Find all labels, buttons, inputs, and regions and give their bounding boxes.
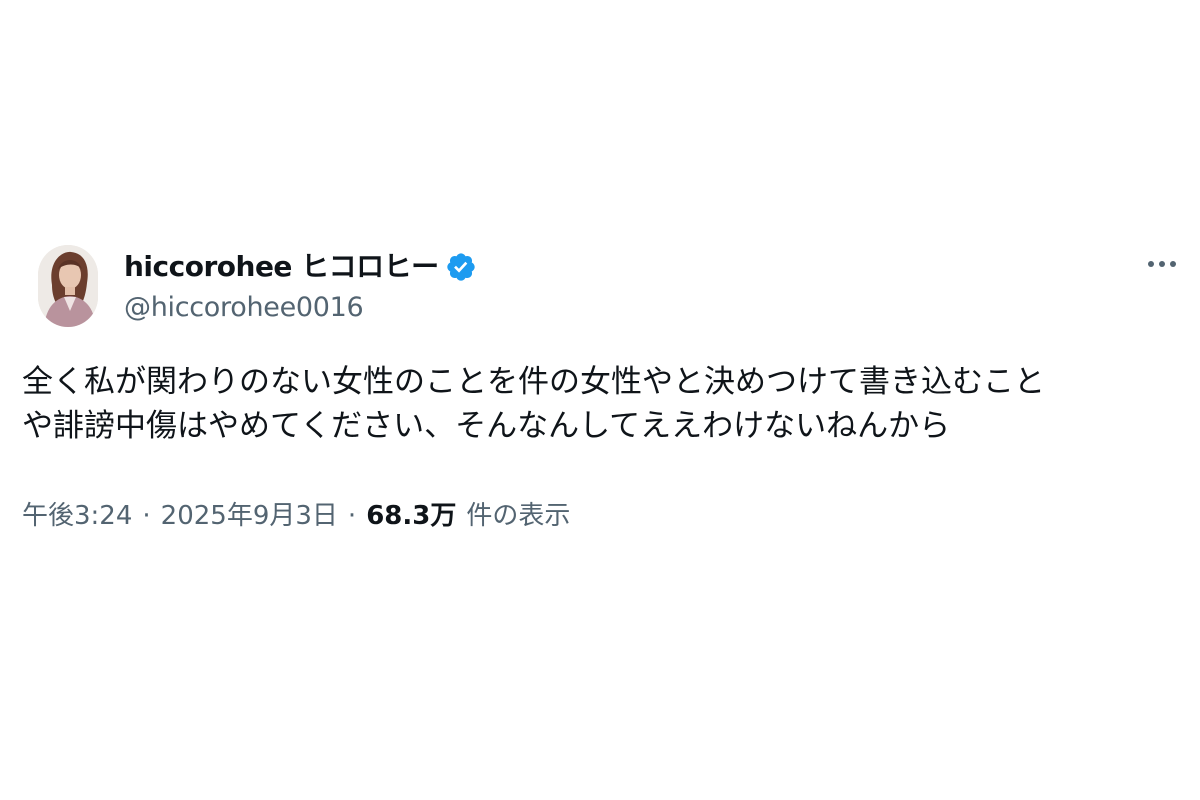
tweet-card: hiccorohee ヒコロヒー @hiccorohee0016 全く私が関わり… — [0, 0, 1200, 800]
tweet-text-line: 全く私が関わりのない女性のことを件の女性やと決めつけて書き込むこと — [22, 364, 1045, 400]
more-options-icon — [1148, 261, 1176, 267]
meta-separator: · — [347, 501, 357, 531]
display-name[interactable]: hiccorohee ヒコロヒー — [124, 250, 439, 284]
more-options-button[interactable] — [1138, 244, 1186, 284]
views-label: 件の表示 — [466, 501, 571, 531]
views-count[interactable]: 68.3万 — [366, 497, 456, 535]
verified-badge-icon — [445, 251, 477, 283]
author-handle[interactable]: @hiccorohee0016 — [124, 291, 364, 325]
avatar-image — [38, 245, 98, 327]
meta-separator: · — [142, 501, 151, 531]
tweet-text: 全く私が関わりのない女性のことを件の女性やと決めつけて書き込むこと や誹謗中傷は… — [22, 360, 1192, 448]
tweet-time[interactable]: 午後3:24 — [22, 497, 132, 535]
author-name-row[interactable]: hiccorohee ヒコロヒー — [124, 250, 477, 284]
tweet-text-line: や誹謗中傷はやめてください、そんなんしてええわけないねんから — [22, 408, 951, 444]
tweet-date[interactable]: 2025年9月3日 — [161, 497, 338, 535]
avatar[interactable] — [38, 245, 98, 327]
tweet-meta: 午後3:24 · 2025年9月3日 · 68.3万 件の表示 — [22, 497, 570, 535]
